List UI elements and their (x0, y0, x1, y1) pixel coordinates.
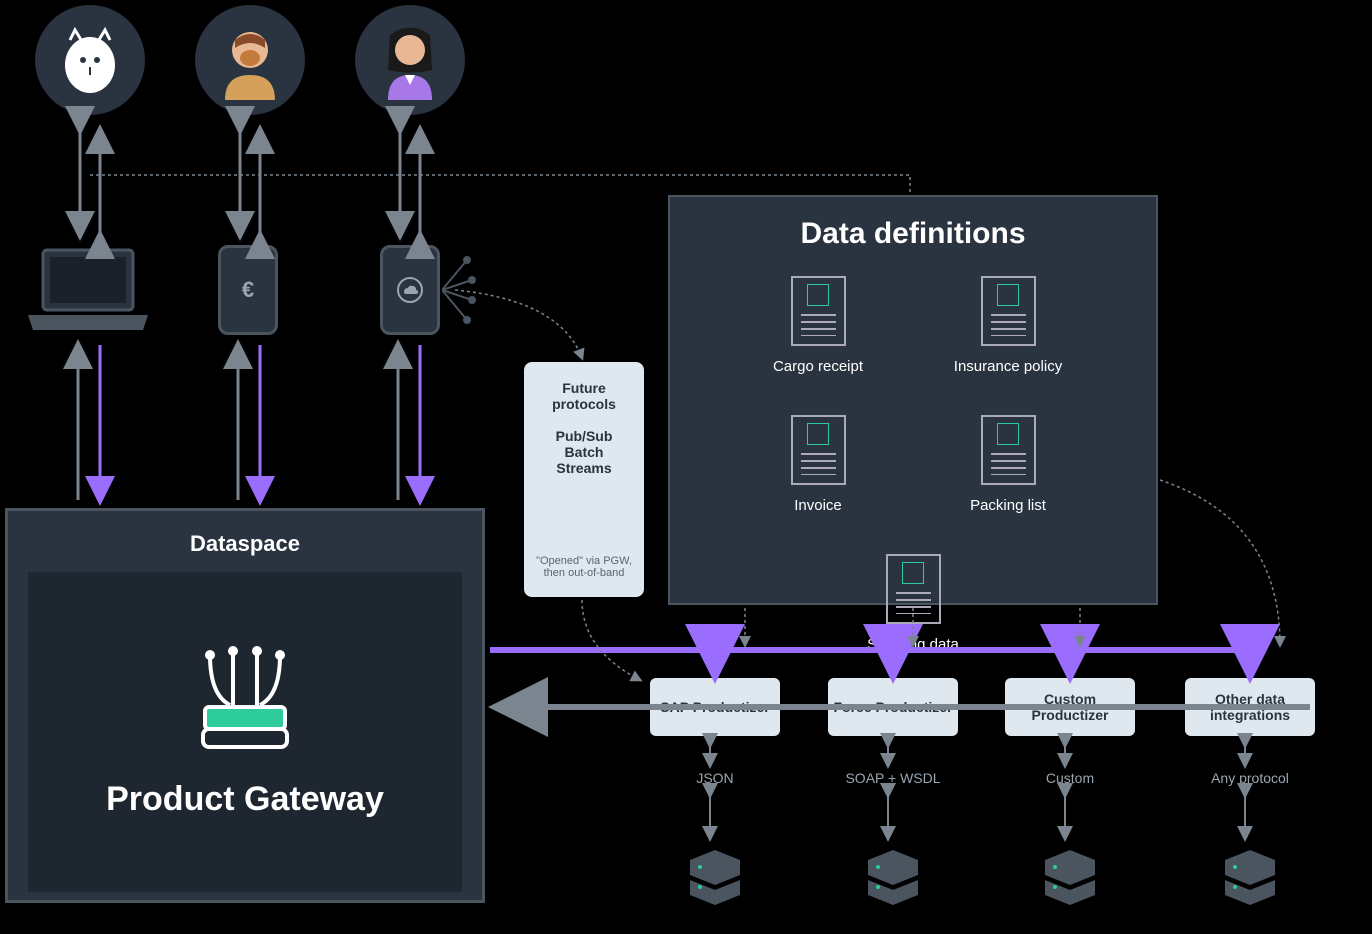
future-line-1: Batch (530, 444, 638, 460)
document-icon (886, 554, 941, 624)
productizer-sap: SAP Productizer (650, 678, 780, 736)
def-label: Shipping data (848, 636, 978, 653)
future-note: "Opened" via PGW, then out-of-band (530, 555, 638, 579)
device-phone-euro: € (218, 245, 278, 335)
future-line-2: Streams (530, 460, 638, 476)
future-heading: Future protocols (530, 380, 638, 412)
gateway-icon (185, 645, 305, 755)
future-protocols-box: Future protocols Pub/Sub Batch Streams "… (524, 362, 644, 597)
dataspace-title: Dataspace (28, 531, 462, 557)
protocol-json: JSON (650, 770, 780, 786)
def-label: Cargo receipt (753, 358, 883, 375)
avatar-woman (355, 5, 465, 115)
man-icon (210, 20, 290, 100)
woman-icon (370, 20, 450, 100)
productizer-label: SAP Productizer (660, 699, 769, 715)
protocol-any: Any protocol (1185, 770, 1315, 786)
product-gateway-title: Product Gateway (106, 780, 384, 819)
laptop-icon (18, 245, 158, 335)
cat-icon (55, 25, 125, 95)
server-icon-1 (680, 845, 750, 915)
device-laptop (18, 245, 158, 335)
productizer-label: Other data integrations (1189, 691, 1311, 723)
document-icon (981, 415, 1036, 485)
def-label: Packing list (943, 497, 1073, 514)
productizer-label: Custom Productizer (1009, 691, 1131, 723)
device-phone-cloud (380, 245, 440, 335)
def-item-packing: Packing list (943, 415, 1073, 514)
server-icon-4 (1215, 845, 1285, 915)
productizer-force: Force Productizer (828, 678, 958, 736)
avatar-cat (35, 5, 145, 115)
document-icon (791, 415, 846, 485)
productizer-custom: Custom Productizer (1005, 678, 1135, 736)
future-line-0: Pub/Sub (530, 428, 638, 444)
def-item-insurance: Insurance policy (943, 276, 1073, 375)
product-gateway-box: Product Gateway (28, 572, 462, 892)
svg-text:€: € (242, 277, 254, 302)
cloud-icon (395, 275, 425, 305)
def-label: Invoice (753, 497, 883, 514)
data-definitions-box: Data definitions Cargo receipt Insurance… (668, 195, 1158, 605)
def-item-shipping: Shipping data (848, 554, 978, 653)
data-definitions-title: Data definitions (690, 217, 1136, 251)
protocol-soap: SOAP + WSDL (828, 770, 958, 786)
document-icon (791, 276, 846, 346)
def-item-cargo: Cargo receipt (753, 276, 883, 375)
dataspace-container: Dataspace Product Gateway (5, 508, 485, 903)
document-icon (981, 276, 1036, 346)
euro-icon: € (233, 275, 263, 305)
avatar-man (195, 5, 305, 115)
def-label: Insurance policy (943, 358, 1073, 375)
def-item-invoice: Invoice (753, 415, 883, 514)
protocol-custom: Custom (1005, 770, 1135, 786)
productizer-label: Force Productizer (833, 699, 952, 715)
productizer-other: Other data integrations (1185, 678, 1315, 736)
network-dots-icon (442, 245, 482, 335)
server-icon-2 (858, 845, 928, 915)
server-icon-3 (1035, 845, 1105, 915)
